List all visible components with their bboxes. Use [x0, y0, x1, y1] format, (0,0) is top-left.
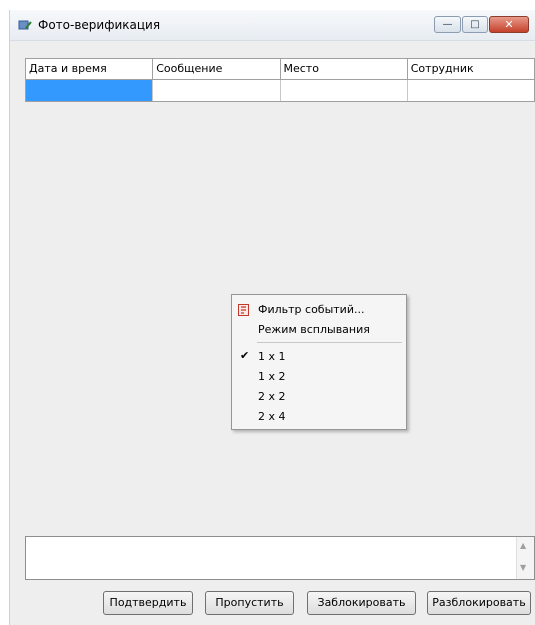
- menu-item-layout-1x2[interactable]: 1 x 2: [232, 367, 406, 387]
- table-cell[interactable]: [281, 80, 408, 101]
- menu-item-label: 2 x 2: [258, 390, 286, 403]
- close-button[interactable]: ✕: [489, 16, 529, 33]
- menu-item-layout-2x4[interactable]: 2 x 4: [232, 407, 406, 427]
- vertical-scrollbar[interactable]: ▲ ▼: [516, 537, 534, 579]
- scroll-up-icon[interactable]: ▲: [520, 541, 526, 550]
- table-cell-selected[interactable]: [26, 80, 154, 101]
- table-header: Дата и время Сообщение Место Сотрудник: [26, 59, 534, 80]
- minimize-button[interactable]: —: [434, 16, 461, 33]
- column-header-message[interactable]: Сообщение: [153, 59, 281, 80]
- checkmark-icon: ✔: [240, 349, 250, 362]
- unblock-button[interactable]: Разблокировать: [427, 591, 531, 615]
- title-bar[interactable]: Фото-верификация — □ ✕: [10, 10, 535, 41]
- table-cell[interactable]: [408, 80, 534, 101]
- minimize-icon: —: [442, 19, 453, 30]
- close-icon: ✕: [504, 18, 514, 31]
- menu-item-label: 1 x 2: [258, 370, 286, 383]
- photo-verification-window: Фото-верификация — □ ✕ Дата и время Сооб…: [9, 10, 535, 625]
- app-icon: [18, 20, 32, 30]
- skip-button[interactable]: Пропустить: [205, 591, 294, 615]
- comment-textbox[interactable]: ▲ ▼: [25, 536, 535, 580]
- menu-item-layout-2x2[interactable]: 2 x 2: [232, 387, 406, 407]
- events-table: Дата и время Сообщение Место Сотрудник: [25, 58, 535, 102]
- menu-item-label: 2 x 4: [258, 410, 286, 423]
- maximize-icon: □: [470, 19, 480, 30]
- menu-item-popup-mode[interactable]: Режим всплывания: [232, 320, 406, 340]
- table-row[interactable]: [26, 80, 534, 101]
- maximize-button[interactable]: □: [462, 16, 488, 33]
- filter-icon: [238, 304, 249, 316]
- menu-item-label: 1 x 1: [258, 350, 286, 363]
- table-cell[interactable]: [153, 80, 281, 101]
- block-button[interactable]: Заблокировать: [307, 591, 416, 615]
- menu-item-label: Фильтр событий...: [258, 303, 365, 316]
- scroll-down-icon[interactable]: ▼: [520, 563, 526, 572]
- window-title: Фото-верификация: [38, 18, 161, 32]
- menu-separator: [257, 342, 402, 343]
- menu-item-event-filter[interactable]: Фильтр событий...: [232, 300, 406, 320]
- column-header-datetime[interactable]: Дата и время: [26, 59, 154, 80]
- column-header-employee[interactable]: Сотрудник: [407, 59, 534, 80]
- context-menu: Фильтр событий... Режим всплывания ✔ 1 x…: [231, 294, 407, 430]
- menu-item-label: Режим всплывания: [258, 323, 370, 336]
- confirm-button[interactable]: Подтвердить: [103, 591, 193, 615]
- menu-item-layout-1x1[interactable]: ✔ 1 x 1: [232, 347, 406, 367]
- column-header-location[interactable]: Место: [280, 59, 408, 80]
